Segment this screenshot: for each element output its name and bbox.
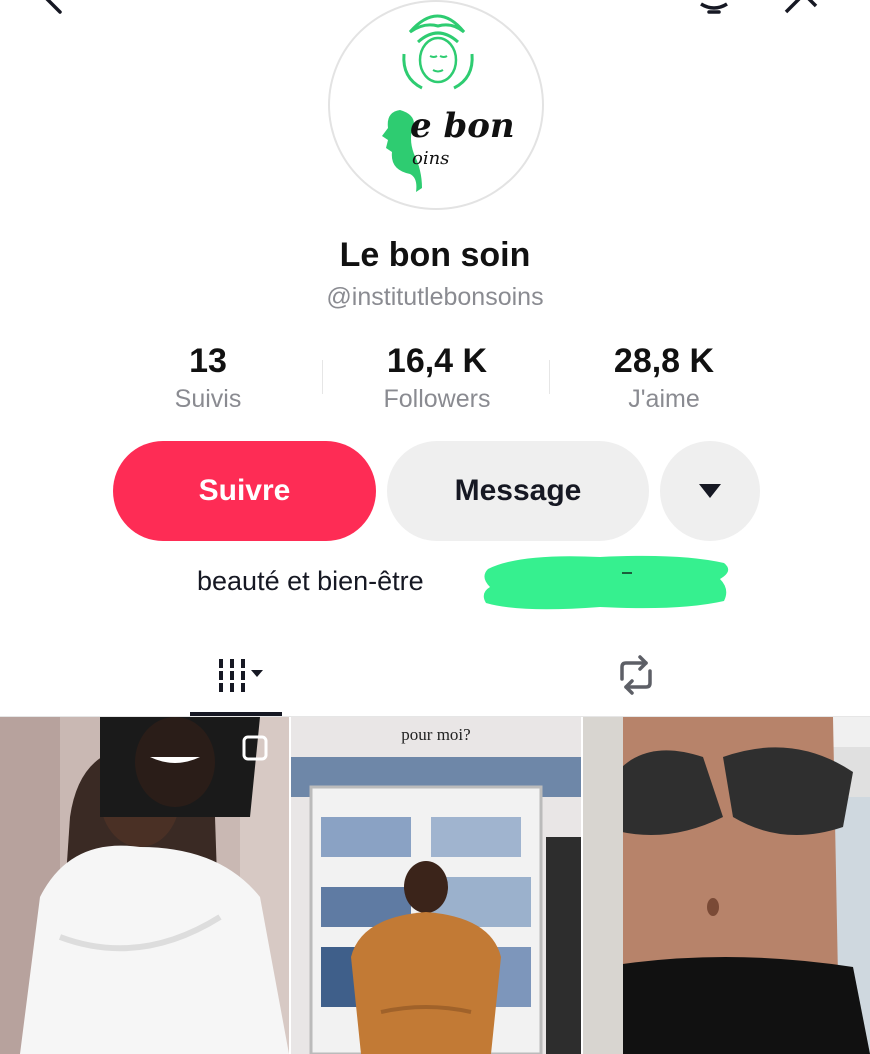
share-icon[interactable] [782, 0, 822, 21]
videos-grid-icon [219, 659, 263, 692]
video-thumbnail[interactable]: pour moi? [291, 717, 581, 1054]
video-preview-image [291, 717, 581, 1054]
profile-display-name: Le bon soin [339, 236, 531, 274]
stat-likes[interactable]: 28,8 K J'aime [564, 340, 764, 416]
video-preview-image [583, 717, 870, 1054]
video-thumbnail[interactable] [0, 717, 289, 1054]
back-arrow-icon[interactable] [38, 0, 68, 21]
stat-likes-count: 28,8 K [613, 342, 715, 380]
stat-divider [549, 360, 550, 394]
svg-text:e bon: e bon [410, 106, 515, 146]
stat-following[interactable]: 13 Suivis [108, 340, 308, 416]
video-thumbnail[interactable] [583, 717, 870, 1054]
notification-bell-icon[interactable] [697, 0, 731, 21]
stat-followers-label: Followers [383, 385, 491, 413]
svg-text:oins: oins [412, 148, 449, 169]
tab-reposts[interactable] [596, 640, 676, 710]
profile-avatar[interactable]: e bon oins [328, 0, 544, 210]
brand-logo: e bon oins [382, 14, 515, 192]
stat-followers[interactable]: 16,4 K Followers [337, 340, 537, 416]
redaction-scribble [483, 555, 729, 610]
video-preview-image [0, 717, 289, 1054]
stat-following-count: 13 [189, 342, 227, 380]
tab-videos[interactable] [196, 640, 276, 710]
video-grid: pour moi? [0, 717, 870, 1054]
profile-username: @institutlebonsoins [326, 283, 544, 311]
profile-bio: beauté et bien-être [197, 566, 424, 596]
repost-icon [620, 655, 652, 695]
stat-likes-label: J'aime [628, 385, 700, 413]
follow-button[interactable]: Suivre [113, 441, 376, 541]
caret-down-icon [699, 484, 721, 498]
stat-following-label: Suivis [174, 385, 242, 413]
stat-divider [322, 360, 323, 394]
more-options-button[interactable] [660, 441, 760, 541]
message-button[interactable]: Message [387, 441, 649, 541]
stat-followers-count: 16,4 K [386, 342, 488, 380]
video-caption-overlay: pour moi? [401, 725, 471, 744]
